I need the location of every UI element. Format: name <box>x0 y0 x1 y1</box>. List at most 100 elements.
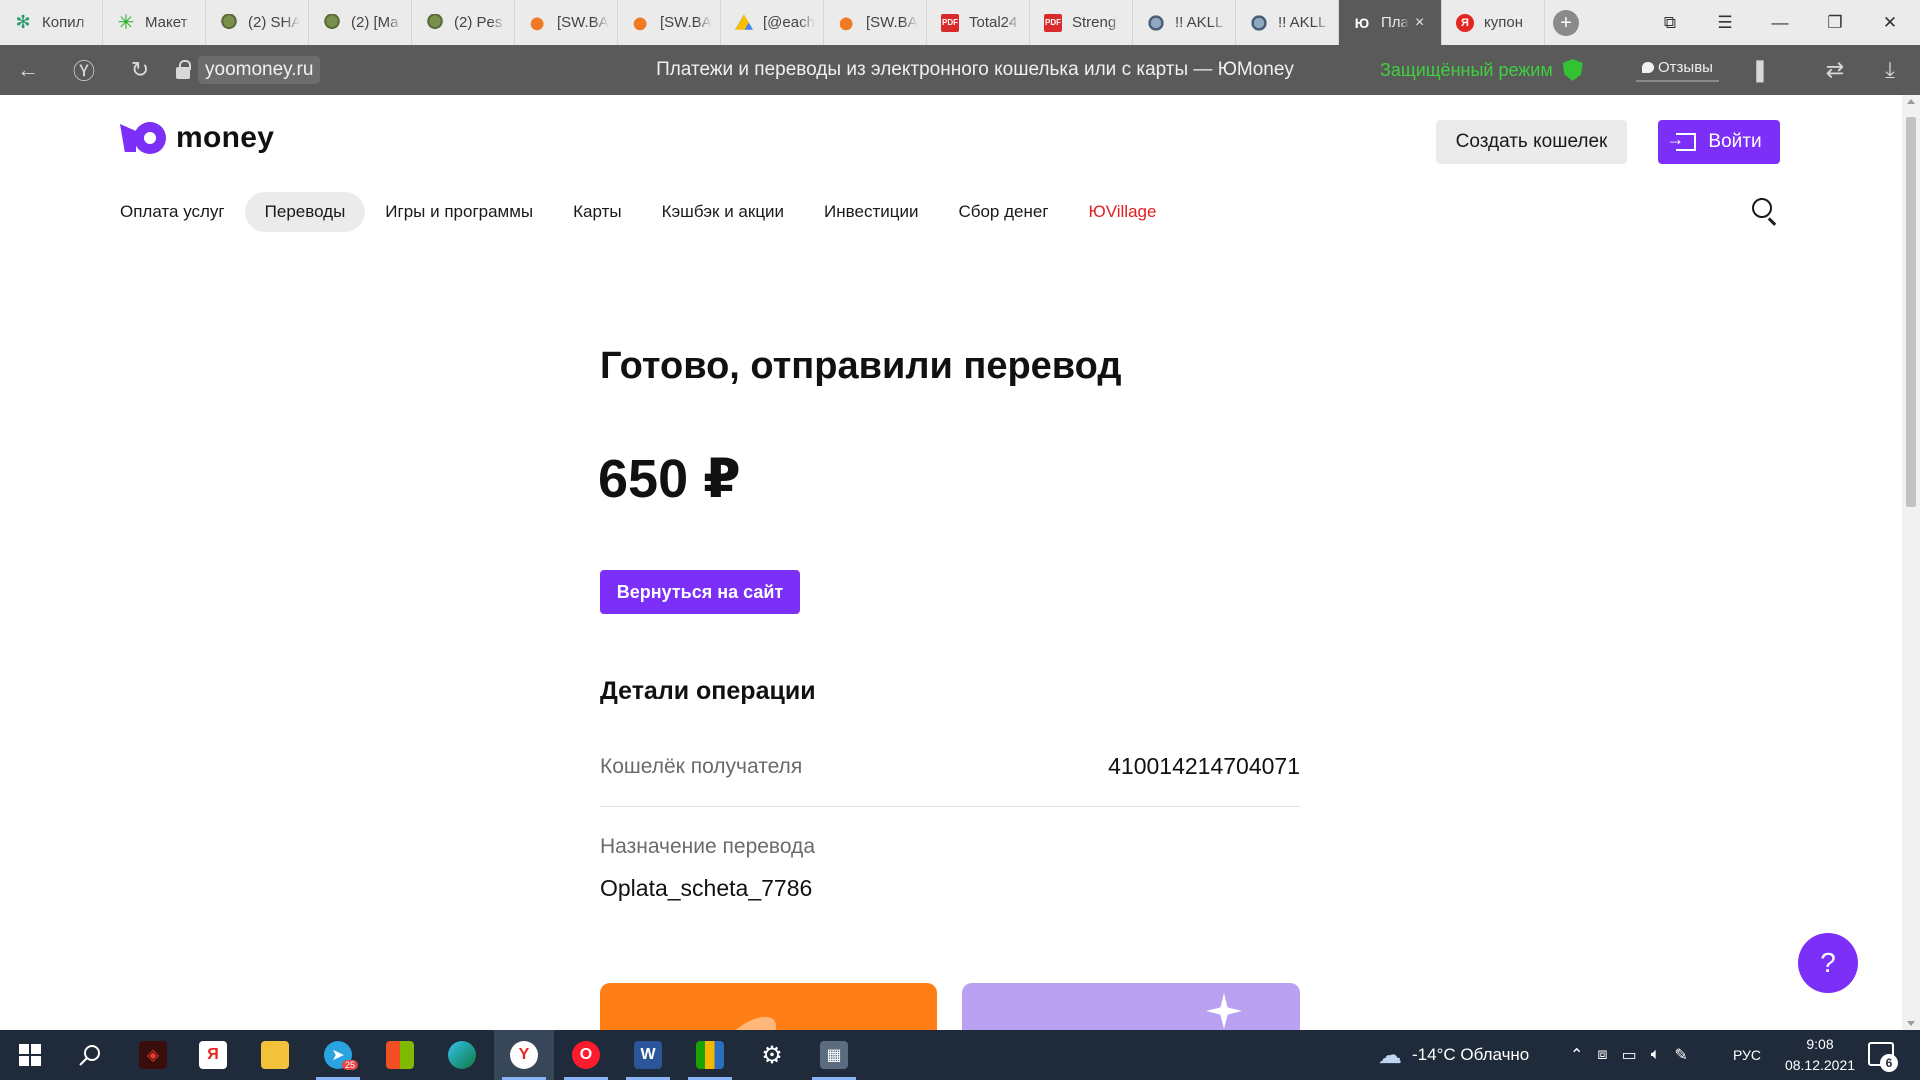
start-button[interactable] <box>0 1030 60 1080</box>
scroll-thumb[interactable] <box>1906 117 1916 507</box>
weather-widget[interactable]: ☁ -14°C Облачно <box>1378 1030 1529 1080</box>
bookmark-icon[interactable]: ❚ <box>1740 45 1780 95</box>
browser-tab[interactable]: !! AKLL <box>1133 0 1236 45</box>
close-tab-icon[interactable]: × <box>1415 14 1424 32</box>
reviews-button[interactable]: Отзывы <box>1636 54 1719 82</box>
nav-item-village[interactable]: ЮVillage <box>1069 192 1177 232</box>
browser-tab[interactable]: ✳ Макет <box>103 0 206 45</box>
restore-icon[interactable]: ❐ <box>1810 0 1860 45</box>
taskbar-libreoffice[interactable] <box>680 1030 740 1080</box>
yoomoney-logo[interactable]: money <box>120 121 274 155</box>
yandex-icon: Я <box>1456 13 1474 32</box>
nav-item-services[interactable]: Оплата услуг <box>100 192 245 232</box>
nav-item-investments[interactable]: Инвестиции <box>804 192 938 232</box>
browser-tab[interactable]: (2) SHA <box>206 0 309 45</box>
minimize-icon[interactable]: — <box>1755 0 1805 45</box>
yandex-icon: Y <box>510 1041 538 1069</box>
browser-tab[interactable]: ✻ Копил <box>0 0 103 45</box>
yandex-browser-icon: Я <box>199 1041 227 1069</box>
clock-date: 08.12.2021 <box>1784 1057 1856 1073</box>
taskbar-settings[interactable]: ⚙ <box>742 1030 802 1080</box>
spreadsheet-icon <box>696 1041 724 1069</box>
clock-time: 9:08 <box>1806 1036 1834 1052</box>
browser-tab[interactable]: (2) Pes <box>412 0 515 45</box>
tree-icon <box>323 13 341 32</box>
yandex-home-icon[interactable]: Ⓨ <box>64 45 104 95</box>
recipient-wallet-label: Кошелёк получателя <box>600 754 803 778</box>
clock[interactable]: 9:08 08.12.2021 <box>1780 1034 1860 1076</box>
browser-tab[interactable]: [@each <box>721 0 824 45</box>
browser-tab[interactable]: PDF Streng <box>1030 0 1133 45</box>
back-icon[interactable]: ← <box>8 45 48 95</box>
scroll-up-icon[interactable] <box>1907 99 1915 104</box>
battery-icon[interactable]: ▭ <box>1622 1045 1637 1065</box>
browser-tab[interactable]: Я купон <box>1442 0 1545 45</box>
browser-tab[interactable]: PDF Total24 <box>927 0 1030 45</box>
globe-icon <box>1147 13 1165 32</box>
scroll-down-icon[interactable] <box>1907 1021 1915 1026</box>
browser-tab-active[interactable]: Ю Пла × <box>1339 0 1442 45</box>
tab-label: (2) Pes <box>454 14 503 31</box>
device-icon[interactable]: ⧈ <box>1597 1046 1607 1064</box>
taskbar-store[interactable] <box>370 1030 430 1080</box>
taskbar-search[interactable] <box>60 1030 120 1080</box>
browser-tab[interactable]: [SW.BA <box>618 0 721 45</box>
create-wallet-button[interactable]: Создать кошелек <box>1436 120 1627 164</box>
browser-tab[interactable]: [SW.BA <box>824 0 927 45</box>
pdf-icon: PDF <box>941 13 959 32</box>
taskbar-yandex[interactable]: Y <box>494 1030 554 1080</box>
nav-item-fundraising[interactable]: Сбор денег <box>938 192 1068 232</box>
translate-icon[interactable]: ⇄ <box>1815 45 1855 95</box>
edge-icon <box>448 1041 476 1069</box>
volume-icon[interactable]: 🔈︎ <box>1651 1046 1661 1064</box>
taskbar-yandex-browser[interactable]: Я <box>183 1030 243 1080</box>
globe-icon <box>1250 13 1268 32</box>
help-button[interactable]: ? <box>1798 933 1858 993</box>
page-scrollbar[interactable] <box>1902 95 1920 1030</box>
reload-icon[interactable]: ↻ <box>120 45 160 95</box>
tabs-manager-icon[interactable]: ⧉ <box>1645 0 1695 45</box>
browser-tab[interactable]: (2) [Ma <box>309 0 412 45</box>
login-button[interactable]: Войти <box>1658 120 1780 164</box>
login-icon <box>1666 129 1697 151</box>
promo-card-purple[interactable] <box>962 983 1300 1030</box>
back-to-site-button[interactable]: Вернуться на сайт <box>600 570 800 614</box>
close-window-icon[interactable]: ✕ <box>1865 0 1915 45</box>
opera-icon: O <box>572 1041 600 1069</box>
purpose-label: Назначение перевода <box>600 835 815 858</box>
new-tab-button[interactable]: + <box>1553 10 1579 36</box>
url-field[interactable]: yoomoney.ru <box>176 55 321 85</box>
taskbar-opera[interactable]: O <box>556 1030 616 1080</box>
url-domain[interactable]: yoomoney.ru <box>198 56 321 84</box>
browser-tab[interactable]: !! AKLL <box>1236 0 1339 45</box>
pen-icon[interactable]: ✎ <box>1674 1045 1687 1065</box>
nav-item-games[interactable]: Игры и программы <box>365 192 553 232</box>
tab-label: Макет <box>145 14 188 31</box>
sparkle-icon <box>1206 993 1242 1029</box>
tab-label: !! AKLL <box>1278 14 1327 31</box>
protected-mode-indicator[interactable]: Защищённый режим <box>1380 45 1583 95</box>
language-indicator[interactable]: РУС <box>1733 1030 1761 1080</box>
browser-tab[interactable]: [SW.BA <box>515 0 618 45</box>
main-nav: Оплата услуг Переводы Игры и программы К… <box>100 191 1176 233</box>
download-icon[interactable]: ⤓ <box>1870 45 1910 95</box>
flower-icon: ✻ <box>15 12 31 32</box>
yoomoney-logo-icon <box>120 122 166 154</box>
nav-item-cashback[interactable]: Кэшбэк и акции <box>642 192 804 232</box>
shield-icon <box>1562 59 1583 81</box>
cloud-icon <box>632 13 650 32</box>
store-icon <box>386 1041 414 1069</box>
menu-icon[interactable]: ☰ <box>1700 0 1750 45</box>
taskbar-game[interactable]: ◈ <box>123 1030 183 1080</box>
nav-item-transfers[interactable]: Переводы <box>244 192 366 232</box>
taskbar-word[interactable]: W <box>618 1030 678 1080</box>
promo-card-orange[interactable] <box>600 983 937 1030</box>
taskbar-telegram[interactable]: ➤ 25 <box>308 1030 368 1080</box>
weather-text: -14°C Облачно <box>1412 1045 1530 1064</box>
nav-item-cards[interactable]: Карты <box>553 192 641 232</box>
search-icon[interactable] <box>1752 198 1778 226</box>
taskbar-edge[interactable] <box>432 1030 492 1080</box>
taskbar-calculator[interactable]: ▦ <box>804 1030 864 1080</box>
chevron-up-icon[interactable]: ⌃ <box>1570 1045 1583 1065</box>
taskbar-explorer[interactable] <box>245 1030 305 1080</box>
